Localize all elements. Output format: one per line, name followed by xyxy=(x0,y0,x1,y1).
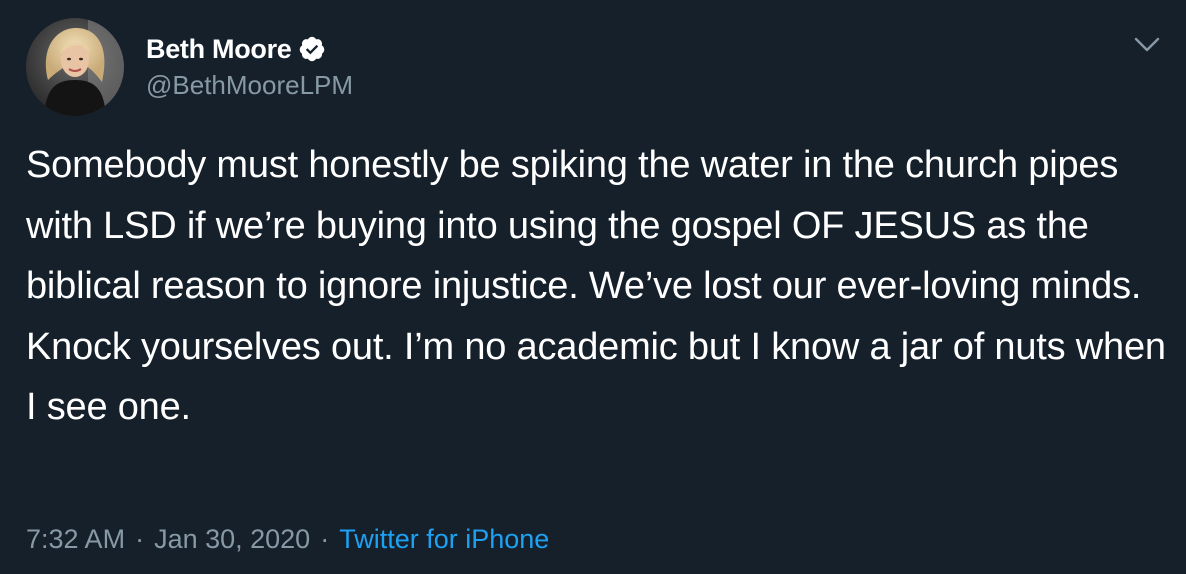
verified-badge-icon xyxy=(298,35,326,63)
tweet-metadata: 7:32 AM · Jan 30, 2020 · Twitter for iPh… xyxy=(26,524,549,555)
separator-dot: · xyxy=(135,524,145,554)
chevron-down-icon[interactable] xyxy=(1130,30,1164,60)
tweet-time[interactable]: 7:32 AM xyxy=(26,524,125,555)
tweet-text: Somebody must honestly be spiking the wa… xyxy=(26,144,1166,428)
avatar[interactable] xyxy=(26,18,124,116)
tweet-source-link[interactable]: Twitter for iPhone xyxy=(339,524,549,555)
author-handle[interactable]: @BethMooreLPM xyxy=(146,70,353,101)
avatar-photo xyxy=(26,18,124,116)
separator-dot: · xyxy=(320,524,330,554)
tweet-date[interactable]: Jan 30, 2020 xyxy=(154,524,310,555)
tweet-card: Beth Moore @BethMooreLPM Somebody must h… xyxy=(0,0,1186,574)
author-name-row: Beth Moore xyxy=(146,30,326,68)
author-display-name[interactable]: Beth Moore xyxy=(146,34,292,65)
